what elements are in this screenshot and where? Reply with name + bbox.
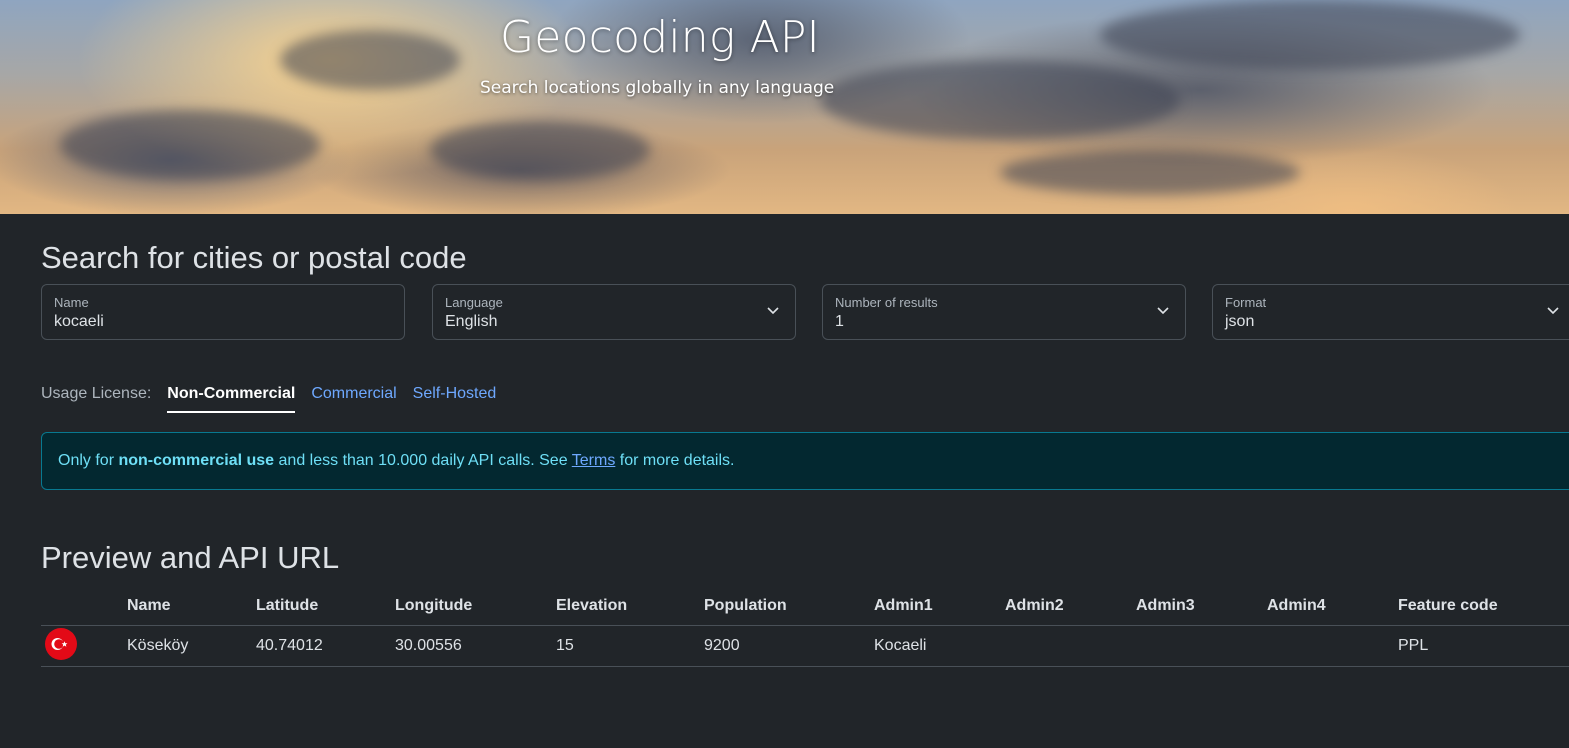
cell-latitude: 40.74012 <box>248 625 387 667</box>
alert-suffix: for more details. <box>615 452 735 469</box>
format-select-label: Format <box>1225 295 1267 310</box>
cell-longitude: 30.00556 <box>387 625 548 667</box>
col-admin1: Admin1 <box>866 587 997 626</box>
license-info-alert: Only for non-commercial use and less tha… <box>41 432 1569 490</box>
chevron-down-icon <box>1157 307 1169 315</box>
tab-self-hosted[interactable]: Self-Hosted <box>413 382 497 413</box>
hero-cloud <box>430 120 650 180</box>
results-count-value: 1 <box>835 313 844 330</box>
format-select[interactable]: Format json <box>1212 284 1569 340</box>
license-tabs: Usage License: Non-Commercial Commercial… <box>41 382 512 416</box>
table-row: Köseköy 40.74012 30.00556 15 9200 Kocael… <box>41 625 1569 667</box>
hero-cloud <box>280 30 460 90</box>
preview-heading: Preview and API URL <box>41 540 340 575</box>
tab-commercial[interactable]: Commercial <box>311 382 396 413</box>
table-header-row: Name Latitude Longitude Elevation Popula… <box>41 587 1569 626</box>
col-admin4: Admin4 <box>1259 587 1390 626</box>
results-count-label: Number of results <box>835 295 938 310</box>
name-field-label: Name <box>54 295 89 310</box>
flag-cell <box>41 625 119 667</box>
cell-feature-code: PPL <box>1390 625 1569 667</box>
terms-link[interactable]: Terms <box>572 452 616 469</box>
results-table: Name Latitude Longitude Elevation Popula… <box>41 587 1569 667</box>
name-field[interactable]: Name <box>41 284 405 340</box>
tab-non-commercial[interactable]: Non-Commercial <box>167 382 296 413</box>
cell-name: Köseköy <box>119 625 248 667</box>
col-feature-code: Feature code <box>1390 587 1569 626</box>
hero-cloud <box>1100 0 1520 70</box>
col-name: Name <box>119 587 248 626</box>
language-select-label: Language <box>445 295 503 310</box>
cell-population: 9200 <box>696 625 866 667</box>
hero-cloud <box>1000 150 1300 195</box>
hero-subtitle: Search locations globally in any languag… <box>480 78 835 98</box>
language-select-value: English <box>445 313 498 330</box>
alert-prefix: Only for <box>58 452 119 469</box>
hero-cloud <box>820 60 1180 140</box>
hero-title: Geocoding API <box>500 12 820 63</box>
cell-admin4 <box>1259 625 1390 667</box>
hero-cloud <box>60 110 320 180</box>
turkey-flag-icon <box>45 627 77 660</box>
alert-middle: and less than 10.000 daily API calls. Se… <box>274 452 572 469</box>
col-latitude: Latitude <box>248 587 387 626</box>
license-label: Usage License: <box>41 385 152 402</box>
col-flag <box>41 587 119 626</box>
cell-admin1: Kocaeli <box>866 625 997 667</box>
results-count-select[interactable]: Number of results 1 <box>822 284 1186 340</box>
name-input[interactable] <box>54 313 354 331</box>
search-heading: Search for cities or postal code <box>41 240 467 275</box>
col-population: Population <box>696 587 866 626</box>
col-admin3: Admin3 <box>1128 587 1259 626</box>
chevron-down-icon <box>767 307 779 315</box>
cell-elevation: 15 <box>548 625 696 667</box>
language-select[interactable]: Language English <box>432 284 796 340</box>
format-select-value: json <box>1225 313 1255 330</box>
cell-admin2 <box>997 625 1128 667</box>
alert-bold: non-commercial use <box>118 452 275 469</box>
chevron-down-icon <box>1547 307 1559 315</box>
col-longitude: Longitude <box>387 587 548 626</box>
col-elevation: Elevation <box>548 587 696 626</box>
hero-banner: Geocoding API Search locations globally … <box>0 0 1569 214</box>
cell-admin3 <box>1128 625 1259 667</box>
col-admin2: Admin2 <box>997 587 1128 626</box>
